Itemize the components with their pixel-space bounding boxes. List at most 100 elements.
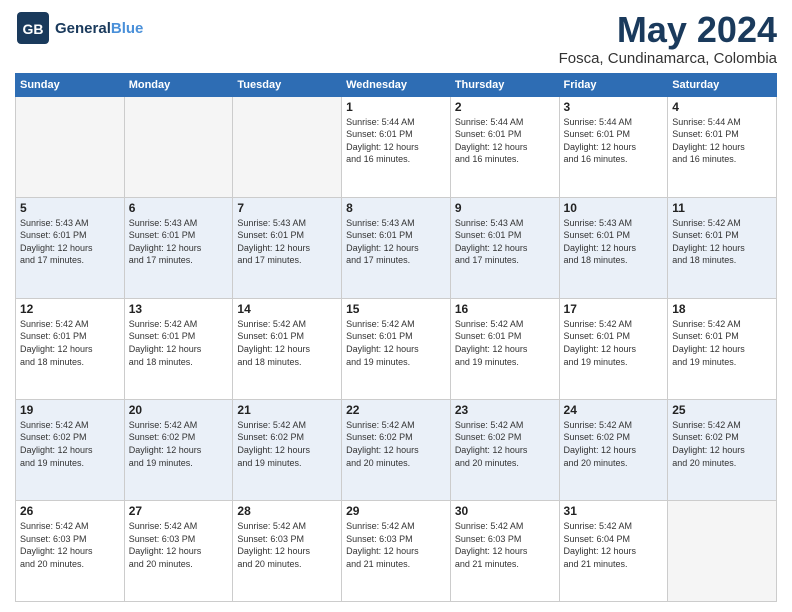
day-number: 9	[455, 201, 555, 215]
svg-text:GB: GB	[23, 21, 44, 37]
day-number: 6	[129, 201, 229, 215]
calendar-cell: 16 Sunrise: 5:42 AMSunset: 6:01 PMDayligh…	[450, 298, 559, 399]
day-info: Sunrise: 5:42 AMSunset: 6:01 PMDaylight:…	[129, 318, 229, 368]
day-number: 10	[564, 201, 664, 215]
day-number: 2	[455, 100, 555, 114]
page: GB GeneralBlue May 2024 Fosca, Cundinama…	[0, 0, 792, 612]
calendar-cell: 15Sunrise: 5:42 AMSunset: 6:01 PMDayligh…	[342, 298, 451, 399]
day-number: 25	[672, 403, 772, 417]
day-info: Sunrise: 5:42 AMSunset: 6:03 PMDaylight:…	[20, 520, 120, 570]
day-number: 4	[672, 100, 772, 114]
day-number: 21	[237, 403, 337, 417]
week-row-2: 5 Sunrise: 5:43 AMSunset: 6:01 PMDaylight…	[16, 197, 777, 298]
location: Fosca, Cundinamarca, Colombia	[559, 50, 777, 67]
day-info: Sunrise: 5:42 AMSunset: 6:01 PMDaylight:…	[237, 318, 337, 368]
calendar-cell: 4 Sunrise: 5:44 AMSunset: 6:01 PMDaylight…	[668, 96, 777, 197]
day-number: 14	[237, 302, 337, 316]
calendar-cell: 23Sunrise: 5:42 AMSunset: 6:02 PMDayligh…	[450, 399, 559, 500]
calendar-cell: 17Sunrise: 5:42 AMSunset: 6:01 PMDayligh…	[559, 298, 668, 399]
day-info: Sunrise: 5:42 AMSunset: 6:02 PMDaylight:…	[672, 419, 772, 469]
day-number: 20	[129, 403, 229, 417]
day-info: Sunrise: 5:44 AMSunset: 6:01 PMDaylight:…	[346, 116, 446, 166]
calendar-cell: 29 Sunrise: 5:42 AMSunset: 6:03 PMDayligh…	[342, 500, 451, 601]
calendar-cell	[233, 96, 342, 197]
day-number: 12	[20, 302, 120, 316]
day-number: 5	[20, 201, 120, 215]
day-info: Sunrise: 5:44 AMSunset: 6:01 PMDaylight:…	[564, 116, 664, 166]
title-section: May 2024 Fosca, Cundinamarca, Colombia	[559, 10, 777, 67]
day-info: Sunrise: 5:42 AMSunset: 6:03 PMDaylight:…	[346, 520, 446, 570]
day-number: 23	[455, 403, 555, 417]
day-number: 13	[129, 302, 229, 316]
week-row-5: 26 Sunrise: 5:42 AMSunset: 6:03 PMDayligh…	[16, 500, 777, 601]
calendar-cell: 27Sunrise: 5:42 AMSunset: 6:03 PMDayligh…	[124, 500, 233, 601]
calendar-cell: 30Sunrise: 5:42 AMSunset: 6:03 PMDayligh…	[450, 500, 559, 601]
day-info: Sunrise: 5:43 AMSunset: 6:01 PMDaylight:…	[237, 217, 337, 267]
day-number: 28	[237, 504, 337, 518]
day-info: Sunrise: 5:43 AMSunset: 6:01 PMDaylight:…	[20, 217, 120, 267]
day-number: 26	[20, 504, 120, 518]
day-header-tuesday: Tuesday	[233, 73, 342, 96]
calendar-cell: 25 Sunrise: 5:42 AMSunset: 6:02 PMDayligh…	[668, 399, 777, 500]
day-info: Sunrise: 5:42 AMSunset: 6:02 PMDaylight:…	[237, 419, 337, 469]
day-number: 29	[346, 504, 446, 518]
day-number: 8	[346, 201, 446, 215]
day-info: Sunrise: 5:42 AMSunset: 6:02 PMDaylight:…	[564, 419, 664, 469]
day-header-wednesday: Wednesday	[342, 73, 451, 96]
day-info: Sunrise: 5:43 AMSunset: 6:01 PMDaylight:…	[564, 217, 664, 267]
header: GB GeneralBlue May 2024 Fosca, Cundinama…	[15, 10, 777, 67]
calendar-cell: 5 Sunrise: 5:43 AMSunset: 6:01 PMDaylight…	[16, 197, 125, 298]
day-header-friday: Friday	[559, 73, 668, 96]
day-info: Sunrise: 5:42 AMSunset: 6:02 PMDaylight:…	[346, 419, 446, 469]
calendar-cell: 2 Sunrise: 5:44 AMSunset: 6:01 PMDaylight…	[450, 96, 559, 197]
calendar-cell: 21 Sunrise: 5:42 AMSunset: 6:02 PMDayligh…	[233, 399, 342, 500]
day-number: 7	[237, 201, 337, 215]
calendar-cell: 26 Sunrise: 5:42 AMSunset: 6:03 PMDayligh…	[16, 500, 125, 601]
day-info: Sunrise: 5:44 AMSunset: 6:01 PMDaylight:…	[672, 116, 772, 166]
calendar-cell: 3 Sunrise: 5:44 AMSunset: 6:01 PMDaylight…	[559, 96, 668, 197]
day-header-thursday: Thursday	[450, 73, 559, 96]
header-row: SundayMondayTuesdayWednesdayThursdayFrid…	[16, 73, 777, 96]
day-number: 30	[455, 504, 555, 518]
day-number: 3	[564, 100, 664, 114]
calendar-cell: 10 Sunrise: 5:43 AMSunset: 6:01 PMDayligh…	[559, 197, 668, 298]
calendar-cell: 24 Sunrise: 5:42 AMSunset: 6:02 PMDayligh…	[559, 399, 668, 500]
calendar-cell: 1 Sunrise: 5:44 AMSunset: 6:01 PMDaylight…	[342, 96, 451, 197]
day-info: Sunrise: 5:42 AMSunset: 6:01 PMDaylight:…	[20, 318, 120, 368]
day-number: 1	[346, 100, 446, 114]
day-info: Sunrise: 5:44 AMSunset: 6:01 PMDaylight:…	[455, 116, 555, 166]
week-row-4: 19 Sunrise: 5:42 AMSunset: 6:02 PMDayligh…	[16, 399, 777, 500]
calendar-cell: 20Sunrise: 5:42 AMSunset: 6:02 PMDayligh…	[124, 399, 233, 500]
day-header-monday: Monday	[124, 73, 233, 96]
day-number: 18	[672, 302, 772, 316]
day-number: 31	[564, 504, 664, 518]
day-info: Sunrise: 5:42 AMSunset: 6:03 PMDaylight:…	[129, 520, 229, 570]
day-header-sunday: Sunday	[16, 73, 125, 96]
calendar-cell	[668, 500, 777, 601]
calendar-cell: 19Sunrise: 5:42 AMSunset: 6:02 PMDayligh…	[16, 399, 125, 500]
day-number: 24	[564, 403, 664, 417]
calendar-table: SundayMondayTuesdayWednesdayThursdayFrid…	[15, 73, 777, 602]
calendar-cell: 7 Sunrise: 5:43 AMSunset: 6:01 PMDaylight…	[233, 197, 342, 298]
logo-text: GeneralBlue	[55, 20, 143, 37]
week-row-1: 1 Sunrise: 5:44 AMSunset: 6:01 PMDaylight…	[16, 96, 777, 197]
day-header-saturday: Saturday	[668, 73, 777, 96]
calendar-cell	[124, 96, 233, 197]
calendar-cell: 14 Sunrise: 5:42 AMSunset: 6:01 PMDayligh…	[233, 298, 342, 399]
calendar-cell: 6Sunrise: 5:43 AMSunset: 6:01 PMDaylight…	[124, 197, 233, 298]
calendar-cell: 12 Sunrise: 5:42 AMSunset: 6:01 PMDayligh…	[16, 298, 125, 399]
day-info: Sunrise: 5:42 AMSunset: 6:01 PMDaylight:…	[455, 318, 555, 368]
day-info: Sunrise: 5:43 AMSunset: 6:01 PMDaylight:…	[455, 217, 555, 267]
week-row-3: 12 Sunrise: 5:42 AMSunset: 6:01 PMDayligh…	[16, 298, 777, 399]
day-number: 11	[672, 201, 772, 215]
calendar-cell: 11Sunrise: 5:42 AMSunset: 6:01 PMDayligh…	[668, 197, 777, 298]
logo-icon: GB	[15, 10, 51, 46]
logo: GB GeneralBlue	[15, 10, 143, 46]
day-number: 19	[20, 403, 120, 417]
day-number: 22	[346, 403, 446, 417]
calendar-cell: 13 Sunrise: 5:42 AMSunset: 6:01 PMDayligh…	[124, 298, 233, 399]
day-number: 16	[455, 302, 555, 316]
day-info: Sunrise: 5:42 AMSunset: 6:04 PMDaylight:…	[564, 520, 664, 570]
day-number: 17	[564, 302, 664, 316]
calendar-cell: 9 Sunrise: 5:43 AMSunset: 6:01 PMDaylight…	[450, 197, 559, 298]
